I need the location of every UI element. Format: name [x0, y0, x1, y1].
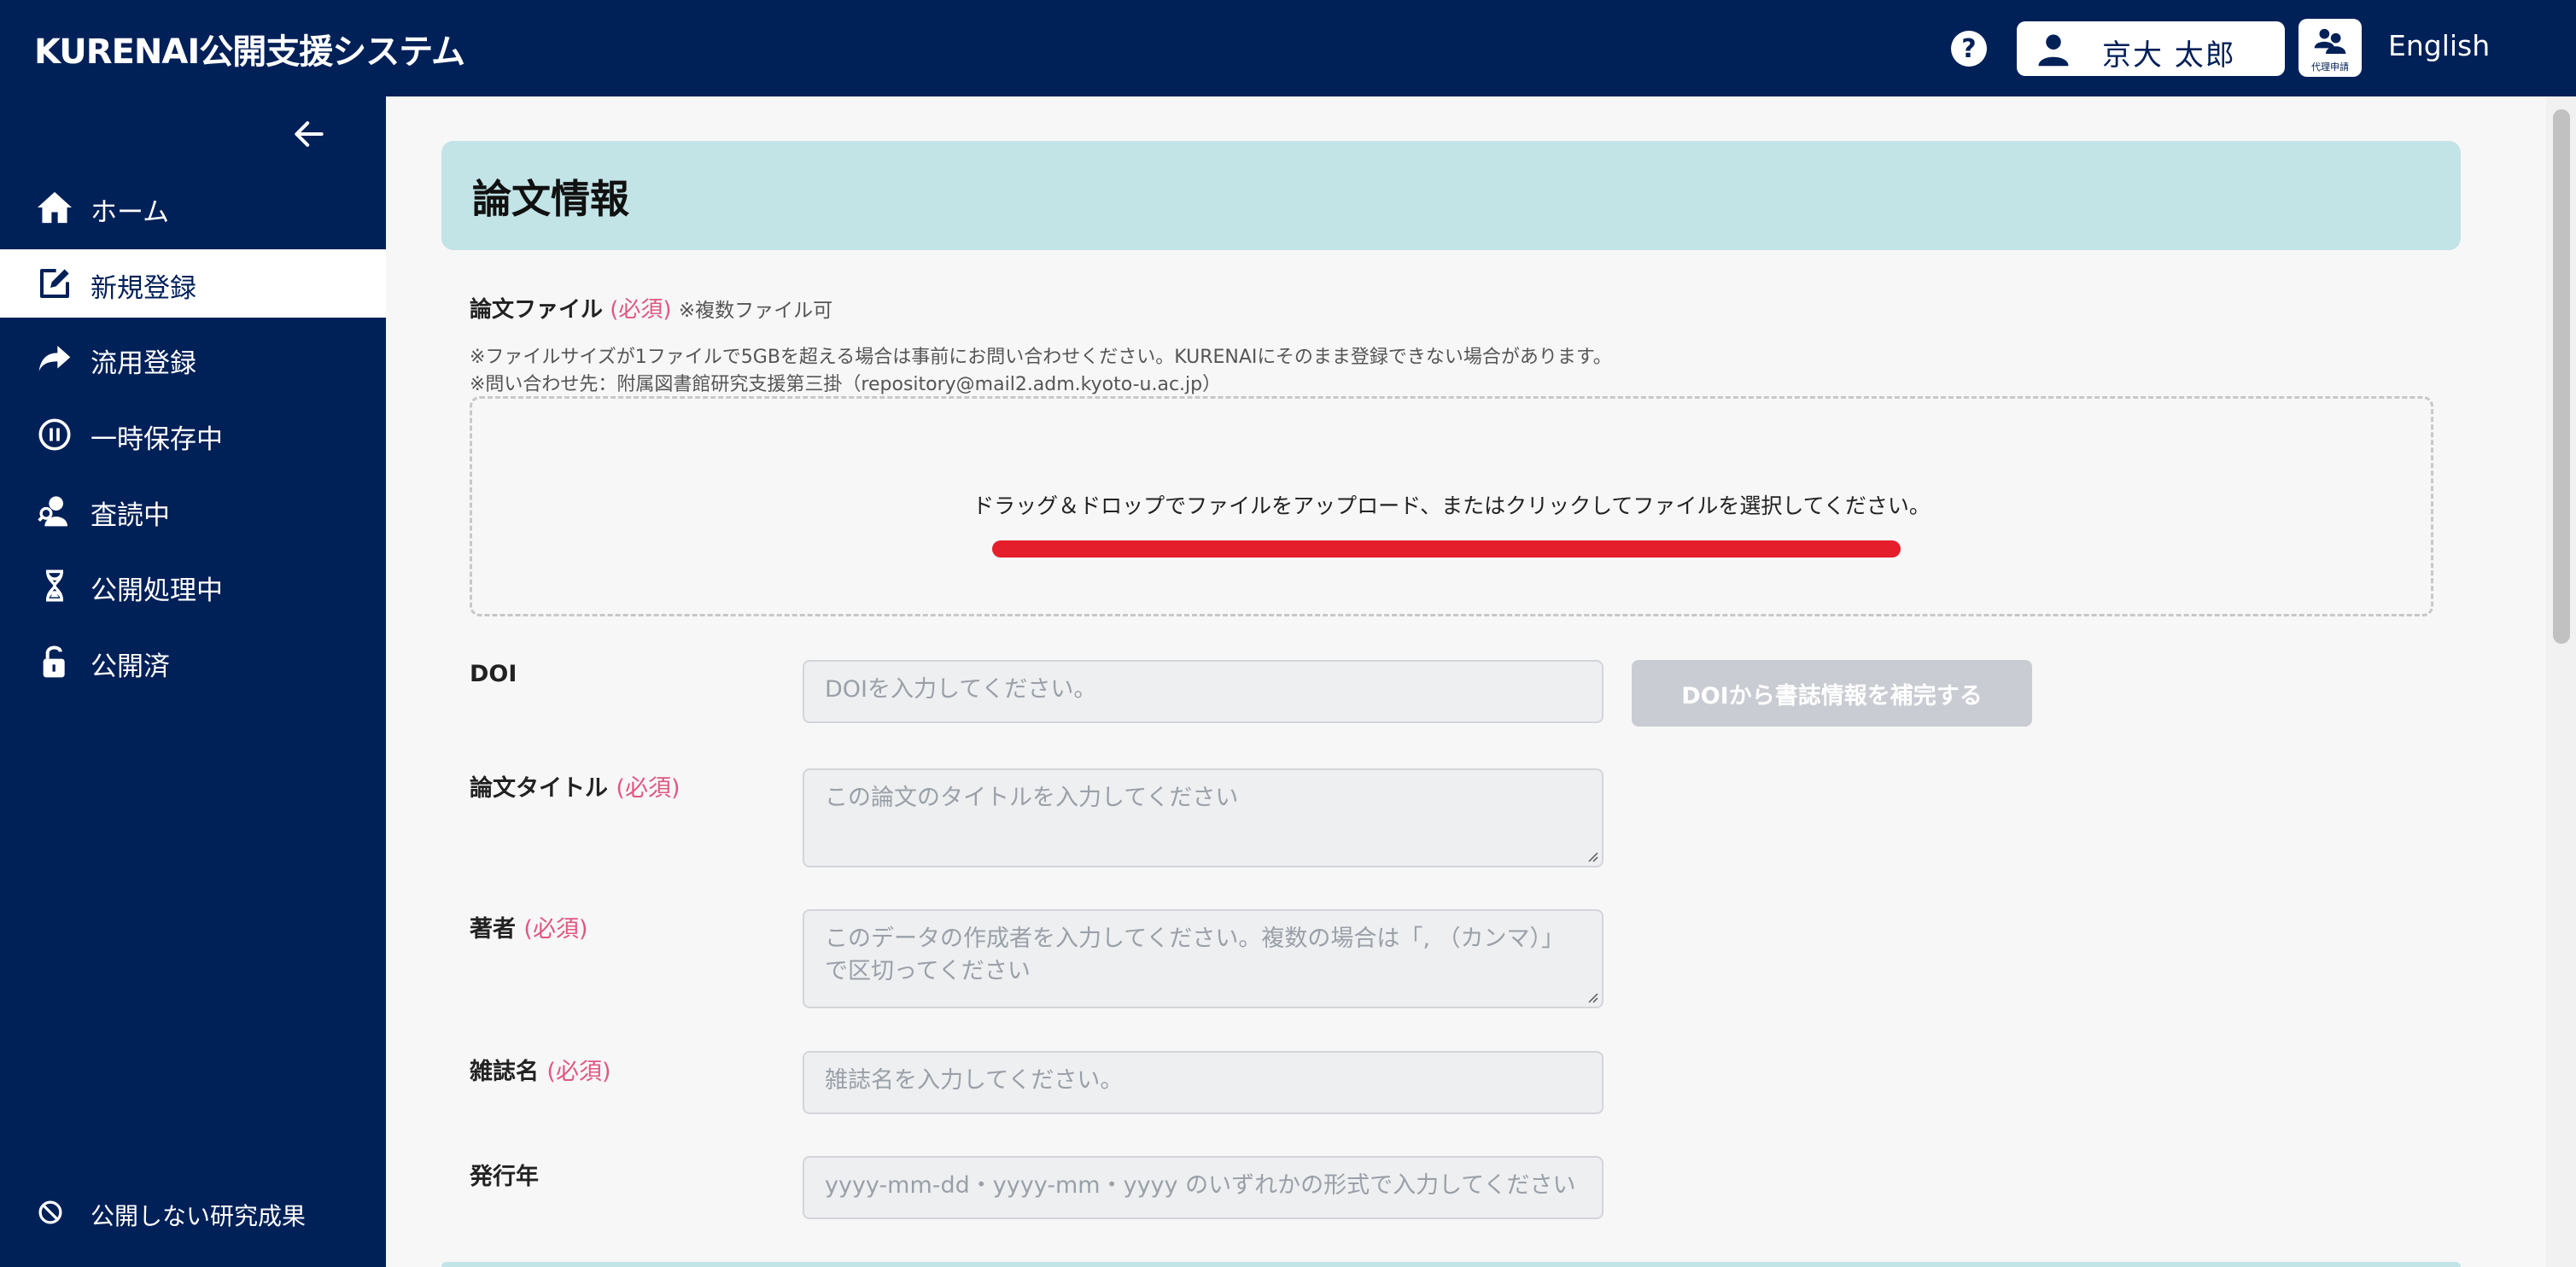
help-button[interactable]: ?: [1951, 31, 1987, 67]
file-dropzone[interactable]: ドラッグ＆ドロップでファイルをアップロード、またはクリックしてファイルを選択して…: [470, 396, 2433, 616]
sidebar-item-draft[interactable]: 一時保存中: [0, 400, 386, 469]
next-section-header: [441, 1262, 2461, 1267]
sidebar-item-label: 新規登録: [91, 273, 196, 304]
sidebar: ホーム 新規登録 流用登録 一時保存中 査読中 公開処理中 公開済 公開しない研…: [0, 96, 386, 1267]
sidebar-item-unpublished-results[interactable]: 公開しない研究成果: [0, 1188, 386, 1239]
resize-handle-icon[interactable]: [1585, 849, 1598, 862]
sidebar-item-label: 一時保存中: [91, 424, 223, 455]
sidebar-item-publishing[interactable]: 公開処理中: [0, 552, 386, 620]
paper-title-placeholder: この論文のタイトルを入力してください: [825, 785, 1239, 811]
unlock-icon: [43, 645, 65, 678]
user-menu-button[interactable]: 京大 太郎: [2017, 21, 2285, 76]
sidebar-item-label: 査読中: [91, 500, 170, 531]
sidebar-item-label: 流用登録: [91, 348, 196, 379]
paper-title-label-text: 論文タイトル: [470, 775, 608, 802]
block-icon: [38, 1200, 62, 1224]
publication-year-label: 発行年: [470, 1164, 539, 1190]
language-switch[interactable]: English: [2388, 29, 2490, 62]
user-icon: [2038, 34, 2069, 67]
resize-handle-icon[interactable]: [1585, 990, 1598, 1003]
help-icon: ?: [1961, 33, 1977, 64]
edit-icon: [40, 269, 69, 298]
paper-title-input[interactable]: この論文のタイトルを入力してください: [803, 768, 1603, 867]
file-size-note: ※ファイルサイズが1ファイルで5GBを超える場合は事前にお問い合わせください。K…: [470, 347, 1612, 368]
doi-placeholder: DOIを入力してください。: [825, 676, 1097, 703]
journal-placeholder: 雑誌名を入力してください。: [825, 1067, 1124, 1094]
hourglass-icon: [46, 569, 63, 602]
sidebar-item-reuse-registration[interactable]: 流用登録: [0, 324, 386, 393]
required-marker: (必須): [610, 297, 672, 323]
paper-file-label-text: 論文ファイル: [470, 297, 604, 323]
sidebar-item-new-registration[interactable]: 新規登録: [0, 249, 386, 318]
user-name: 京大 太郎: [2102, 38, 2236, 73]
sidebar-item-label: 公開しない研究成果: [91, 1202, 307, 1230]
app-title[interactable]: KURENAI公開支援システム: [34, 24, 465, 73]
required-marker: (必須): [523, 916, 588, 943]
home-icon: [38, 191, 72, 224]
section-title: 論文情報: [472, 176, 629, 222]
contact-note: ※問い合わせ先：附属図書館研究支援第三掛（repository@mail2.ad…: [470, 374, 1222, 395]
publication-year-placeholder: yyyy-mm-dd・yyyy-mm・yyyy のいずれかの形式で入力してくださ…: [825, 1172, 1576, 1199]
reviewer-icon: [38, 496, 67, 527]
share-arrow-icon: [38, 346, 71, 371]
pause-icon: [38, 418, 71, 451]
author-label: 著者 (必須): [470, 910, 587, 943]
journal-label: 雑誌名 (必須): [470, 1053, 610, 1086]
doi-autocomplete-button[interactable]: DOIから書誌情報を補完する: [1632, 660, 2032, 727]
required-marker: (必須): [616, 775, 681, 802]
sidebar-item-in-review[interactable]: 査読中: [0, 476, 386, 545]
sidebar-item-home[interactable]: ホーム: [0, 173, 386, 242]
paper-file-label: 論文ファイル (必須) ※複数ファイル可: [470, 292, 832, 324]
publication-year-input[interactable]: yyyy-mm-dd・yyyy-mm・yyyy のいずれかの形式で入力してくださ…: [803, 1156, 1603, 1219]
paper-title-label: 論文タイトル (必須): [470, 769, 680, 803]
required-marker: (必須): [546, 1059, 611, 1085]
section-header: 論文情報: [441, 141, 2461, 250]
author-input[interactable]: このデータの作成者を入力してください。複数の場合は「, （カンマ）」で区切ってく…: [803, 909, 1603, 1008]
top-bar: KURENAI公開支援システム ? 京大 太郎 代理申請 English: [0, 0, 2576, 96]
scrollbar-thumb[interactable]: [2553, 109, 2570, 644]
multiple-files-hint: ※複数ファイル可: [678, 300, 833, 322]
dropzone-text: ドラッグ＆ドロップでファイルをアップロード、またはクリックしてファイルを選択して…: [973, 493, 1931, 518]
red-annotation-underline: [992, 540, 1901, 558]
journal-input[interactable]: 雑誌名を入力してください。: [803, 1051, 1603, 1114]
proxy-application-button[interactable]: 代理申請: [2299, 19, 2362, 77]
arrow-left-icon[interactable]: [290, 115, 328, 153]
journal-label-text: 雑誌名: [470, 1059, 539, 1085]
proxy-label: 代理申請: [2311, 61, 2349, 73]
author-label-text: 著者: [470, 916, 516, 943]
doi-label: DOI: [470, 661, 517, 687]
doi-input[interactable]: DOIを入力してください。: [803, 660, 1603, 723]
sidebar-item-label: ホーム: [91, 197, 170, 228]
sidebar-item-published[interactable]: 公開済: [0, 628, 386, 696]
author-placeholder: このデータの作成者を入力してください。複数の場合は「, （カンマ）」で区切ってく…: [825, 925, 1565, 984]
sidebar-item-label: 公開処理中: [91, 575, 223, 606]
sidebar-item-label: 公開済: [91, 651, 170, 682]
page-scrollbar[interactable]: [2546, 96, 2576, 1267]
proxy-users-icon: [2314, 28, 2346, 54]
